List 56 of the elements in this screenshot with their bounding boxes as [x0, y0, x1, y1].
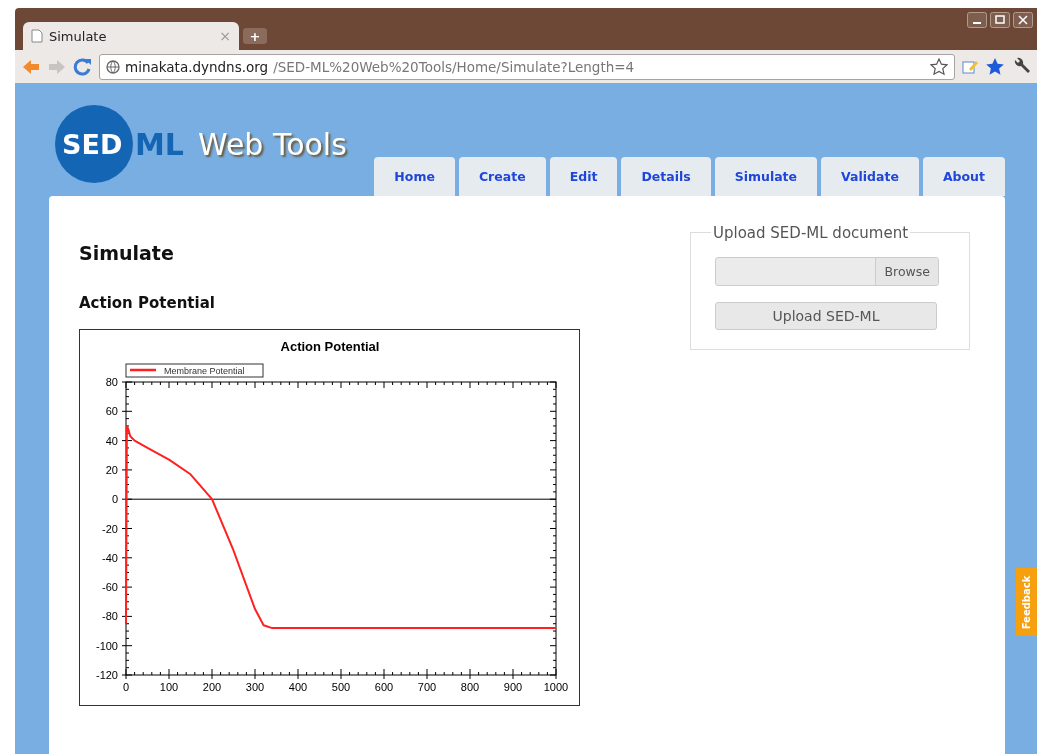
reload-icon[interactable]	[73, 57, 93, 76]
x-tick-label: 900	[503, 681, 523, 693]
legend-label: Membrane Potential	[164, 366, 245, 376]
y-tick-label: -120	[95, 669, 118, 681]
logo-text: SED	[62, 128, 123, 160]
nav-tab[interactable]: Validate	[821, 157, 919, 196]
browser-tab[interactable]: Simulate ×	[23, 22, 239, 50]
nav-tab[interactable]: Home	[374, 157, 455, 196]
x-tick-label: 600	[374, 681, 394, 693]
file-input-field[interactable]: Browse	[715, 257, 939, 286]
logo-text: ML	[135, 126, 184, 162]
page-heading: Simulate	[79, 241, 175, 264]
star-icon[interactable]	[930, 57, 948, 76]
nav-tab[interactable]: Create	[458, 157, 546, 196]
y-tick-label: -80	[102, 610, 118, 623]
upload-button[interactable]: Upload SED-ML	[715, 302, 937, 330]
x-tick-label: 200	[202, 681, 222, 693]
site-title: Web Tools	[198, 126, 347, 162]
address-bar[interactable]: minakata.dyndns.org /SED-ML%20Web%20Tools/Home/Simulate?Length=4	[99, 53, 955, 80]
y-tick-label: 80	[105, 376, 118, 388]
x-tick-label: 1000	[543, 681, 569, 693]
fieldset-legend: Upload SED-ML document	[711, 224, 911, 242]
star-icon[interactable]	[985, 56, 1005, 77]
y-tick-label: -100	[95, 639, 118, 652]
close-button[interactable]	[1013, 12, 1033, 28]
x-tick-label: 300	[245, 681, 265, 693]
x-tick-label: 700	[417, 681, 437, 693]
y-tick-label: -40	[102, 551, 118, 564]
globe-icon	[106, 59, 120, 74]
maximize-button[interactable]	[990, 12, 1010, 28]
y-tick-label: 20	[105, 463, 118, 476]
url-path: /SED-ML%20Web%20Tools/Home/Simulate?Length=4	[273, 58, 636, 75]
nav-tab[interactable]: Simulate	[714, 157, 818, 196]
minimize-button[interactable]	[967, 12, 987, 28]
x-tick-label: 100	[159, 681, 179, 693]
y-tick-label: 0	[111, 493, 118, 506]
x-tick-label: 800	[460, 681, 480, 693]
y-tick-label: 40	[105, 434, 118, 447]
nav-tab[interactable]: About	[922, 157, 1005, 196]
y-tick-label: -20	[102, 522, 118, 535]
x-tick-label: 400	[288, 681, 308, 693]
page-icon	[31, 29, 43, 43]
tab-title: Simulate	[49, 28, 108, 44]
x-tick-label: 0	[122, 681, 130, 693]
y-tick-label: -60	[102, 581, 118, 594]
browse-button[interactable]: Browse	[875, 258, 938, 285]
y-tick-label: 60	[105, 405, 118, 418]
section-heading: Action Potential	[79, 294, 216, 312]
chart-title: Action Potential	[280, 339, 380, 354]
feedback-label: Feedback	[1021, 575, 1032, 629]
chart-legend: Membrane Potential	[125, 363, 264, 378]
nav-tab[interactable]: Edit	[549, 157, 618, 196]
url-host: minakata.dyndns.org	[125, 58, 269, 75]
x-tick-label: 500	[331, 681, 351, 693]
nav-tab[interactable]: Details	[621, 157, 711, 196]
new-tab-button[interactable]: +	[243, 28, 267, 44]
